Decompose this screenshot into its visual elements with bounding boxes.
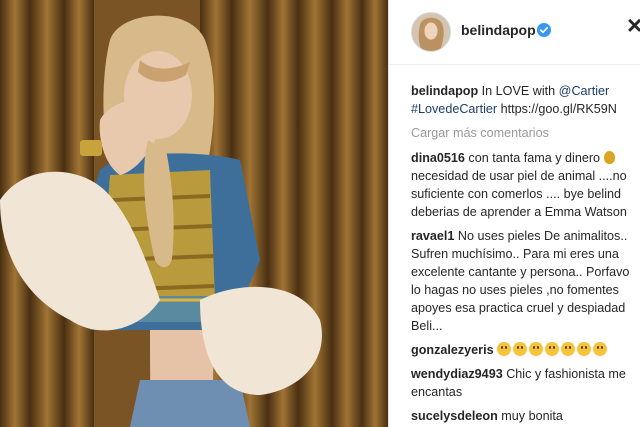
comments-panel: belindapop × belindapop In LOVE with @Ca… — [388, 0, 640, 427]
comment-text-line: apoyes esa practica cruel y despiadad — [411, 301, 626, 315]
smiley-emoji-icon — [513, 342, 528, 356]
comment-text-line: encantas — [411, 385, 463, 399]
comment-text-line: excelente cantante y persona.. Porfavo — [411, 265, 630, 279]
comment-text-line: muy bonita — [497, 409, 563, 423]
smiley-emoji-icon — [545, 342, 560, 356]
comment-item: ravael1 No uses pieles De animalitos.. S… — [411, 227, 640, 335]
comment-item: wendydiaz9493 Chic y fashionista me enca… — [411, 365, 640, 401]
load-more-comments-link[interactable]: Cargar más comentarios — [411, 124, 640, 142]
post-header: belindapop × — [389, 0, 640, 65]
comment-text-line: Sufren muchísimo.. Para mi eres una — [411, 247, 619, 261]
caption-text: In LOVE with — [478, 84, 559, 98]
comment-text-line: suficiente con comerlos .... bye belind — [411, 187, 622, 201]
post-photo[interactable] — [0, 0, 388, 427]
money-bag-icon — [603, 151, 615, 164]
emoji-row — [497, 342, 609, 357]
caption-username[interactable]: belindapop — [411, 84, 478, 98]
verified-badge-icon — [537, 23, 551, 37]
comment-username[interactable]: wendydiaz9493 — [411, 367, 503, 381]
smiley-emoji-icon — [529, 342, 544, 356]
comment-item: dina0516 con tanta fama y dinero necesid… — [411, 149, 640, 221]
comment-list: belindapop In LOVE with @Cartier #Lovede… — [411, 82, 640, 427]
header-username[interactable]: belindapop — [461, 22, 536, 38]
smiley-emoji-icon — [577, 342, 592, 356]
comment-text-line: Chic y fashionista me — [502, 367, 626, 381]
comment-item: gonzalezyeris — [411, 341, 640, 359]
smiley-emoji-icon — [593, 342, 608, 356]
comment-text-line: Beli... — [411, 319, 443, 333]
comment-text-line: lo hagas no uses pieles ,no fomentes — [411, 283, 619, 297]
caption-hashtag-link[interactable]: #LovedeCartier — [411, 102, 497, 116]
smiley-emoji-icon — [497, 342, 512, 356]
comment-username[interactable]: ravael1 — [411, 229, 454, 243]
comment-username[interactable]: dina0516 — [411, 151, 465, 165]
smiley-emoji-icon — [561, 342, 576, 356]
comment-text-line: con tanta fama y dinero — [464, 151, 604, 165]
caption-url[interactable]: https://goo.gl/RK59N — [497, 102, 617, 116]
avatar-image — [412, 13, 450, 51]
comment-text-line: No uses pieles De animalitos.. — [454, 229, 628, 243]
photo-illustration — [0, 0, 388, 427]
comment-text-line: necesidad de usar piel de animal ....no — [411, 169, 627, 183]
avatar[interactable] — [411, 12, 451, 52]
comment-username[interactable]: gonzalezyeris — [411, 343, 494, 357]
close-icon[interactable]: × — [627, 12, 640, 38]
caption: belindapop In LOVE with @Cartier #Lovede… — [411, 82, 640, 118]
caption-mention-link[interactable]: @Cartier — [559, 84, 610, 98]
comment-text-line: deberias de aprender a Emma Watson — [411, 205, 627, 219]
comment-item: sucelysdeleon muy bonita — [411, 407, 640, 425]
comment-username[interactable]: sucelysdeleon — [411, 409, 498, 423]
